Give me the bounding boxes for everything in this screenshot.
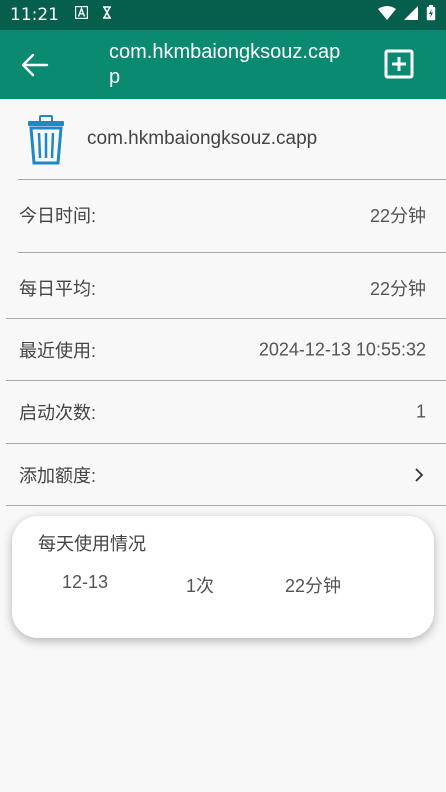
status-time: 11:21 (10, 5, 59, 25)
app-bar-title: com.hkmbaiongksouz.capp (109, 41, 341, 88)
last-used-value: 2024-12-13 10:55:32 (258, 339, 426, 360)
status-bar: 11:21 (0, 0, 446, 30)
daily-usage-card: 每天使用情况 12-13 1次 22分钟 (12, 516, 434, 638)
app-header: com.hkmbaiongksouz.capp (0, 99, 446, 180)
wifi-icon (378, 5, 396, 25)
add-box-icon (384, 49, 414, 79)
usage-count: 1次 (186, 576, 215, 596)
daily-usage-title: 每天使用情况 (38, 534, 146, 554)
usage-duration: 22分钟 (285, 576, 342, 596)
today-time-label: 今日时间: (19, 206, 97, 226)
launch-count-value: 1 (415, 401, 426, 422)
last-used-label: 最近使用: (19, 341, 97, 361)
a-notification-icon (74, 5, 89, 24)
app-bar: com.hkmbaiongksouz.capp (0, 30, 446, 99)
status-system-icons (378, 4, 436, 26)
today-time-row: 今日时间: 22分钟 (0, 184, 446, 246)
add-quota-label: 添加额度: (19, 466, 97, 486)
launch-count-row: 启动次数: 1 (0, 381, 446, 443)
status-notification-icons (74, 5, 112, 24)
signal-icon (404, 5, 418, 25)
divider (6, 505, 446, 506)
daily-average-row: 每日平均: 22分钟 (0, 257, 446, 319)
add-button[interactable] (384, 49, 414, 79)
app-package-name: com.hkmbaiongksouz.capp (87, 128, 318, 149)
battery-charging-icon (426, 4, 436, 26)
chevron-right-icon (415, 468, 424, 482)
today-time-value: 22分钟 (369, 206, 426, 226)
daily-average-value: 22分钟 (369, 279, 426, 299)
daily-average-label: 每日平均: (19, 279, 97, 299)
trash-icon (26, 115, 66, 165)
add-quota-row[interactable]: 添加额度: (0, 444, 446, 506)
daily-usage-row: 12-13 1次 22分钟 (12, 572, 434, 596)
arrow-left-icon (21, 53, 49, 77)
last-used-row: 最近使用: 2024-12-13 10:55:32 (0, 319, 446, 381)
divider (18, 179, 446, 180)
divider (18, 252, 446, 253)
hourglass-icon (102, 6, 112, 24)
launch-count-label: 启动次数: (19, 403, 97, 423)
app-usage-detail: com.hkmbaiongksouz.capp 今日时间: 22分钟 每日平均:… (0, 99, 446, 792)
usage-date: 12-13 (62, 572, 109, 592)
back-button[interactable] (18, 50, 52, 80)
